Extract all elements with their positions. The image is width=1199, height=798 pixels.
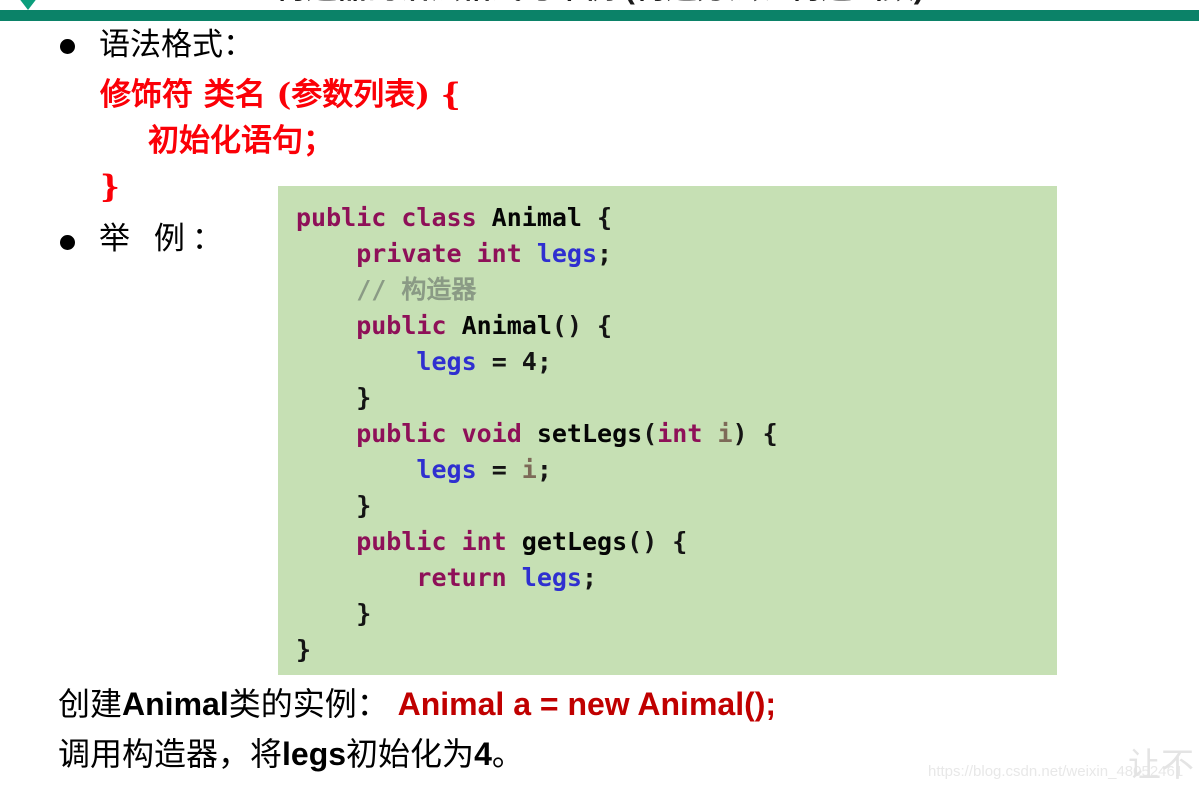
- code-token: {: [597, 203, 613, 232]
- description-segment: 创建: [58, 685, 123, 723]
- code-token: ;: [582, 563, 598, 592]
- description-segment: Animal: [122, 686, 229, 722]
- code-token: ) {: [732, 419, 778, 448]
- code-token: setLegs: [536, 419, 643, 448]
- description-segment: 4: [474, 736, 492, 772]
- description-segment: 调用构造器，将: [58, 735, 283, 773]
- syntax-template-line-2: 初始化语句；: [148, 123, 334, 159]
- slide-header-band: 构造器的语法格式与举例 (构造方法、构造函数): [0, 0, 1199, 24]
- code-token: legs: [416, 347, 477, 376]
- syntax-template-line-1: 修饰符 类名 (参数列表) {: [100, 77, 461, 113]
- code-token: = 4;: [476, 347, 552, 376]
- code-token: public int: [296, 527, 522, 556]
- code-token: ;: [597, 239, 613, 268]
- code-token: () {: [627, 527, 688, 556]
- code-token: }: [296, 491, 372, 520]
- bullet-label-example: 举 例：: [99, 221, 230, 257]
- code-token: private int: [296, 239, 537, 268]
- code-token: () {: [551, 311, 613, 340]
- code-token: legs: [416, 455, 477, 484]
- bullet-dot-icon: [60, 39, 75, 54]
- code-token: public void: [296, 419, 537, 448]
- code-token: legs: [521, 563, 582, 592]
- bullet-dot-icon: [60, 235, 75, 250]
- code-token: public class: [296, 203, 492, 232]
- description-segment: 。: [491, 735, 524, 773]
- chevron-down-icon: [20, 0, 36, 10]
- code-token: // 构造器: [296, 275, 477, 304]
- code-token: return: [296, 563, 522, 592]
- description-segment: Animal a = new Animal();: [388, 686, 777, 722]
- code-token: =: [476, 455, 522, 484]
- code-token: (: [642, 419, 658, 448]
- code-token: legs: [536, 239, 598, 268]
- syntax-template-line-3: }: [100, 169, 120, 205]
- code-token: Animal: [461, 311, 552, 340]
- header-divider-rule: [0, 10, 1199, 21]
- bullet-item-syntax: 语法格式：: [60, 30, 254, 61]
- code-token: public: [296, 311, 462, 340]
- code-token: ;: [536, 455, 552, 484]
- description-segment: 初始化为: [346, 735, 475, 773]
- code-token: }: [296, 383, 372, 412]
- code-token: Animal: [491, 203, 598, 232]
- bullet-item-example: 举 例：: [60, 224, 230, 255]
- code-token: i: [717, 419, 733, 448]
- code-token: i: [521, 455, 537, 484]
- code-token: }: [296, 635, 312, 664]
- watermark-logo: 让不: [1128, 745, 1194, 784]
- description-segment: 类的实例：: [228, 685, 389, 723]
- slide-title: 构造器的语法格式与举例 (构造方法、构造函数): [0, 0, 1199, 10]
- bullet-label-syntax: 语法格式：: [99, 27, 254, 63]
- description-line-2: 调用构造器，将legs初始化为4。: [58, 738, 524, 770]
- code-sample-text: public class Animal { private int legs; …: [296, 200, 1057, 668]
- code-sample-block: public class Animal { private int legs; …: [278, 186, 1057, 675]
- code-token: getLegs: [521, 527, 628, 556]
- description-line-1: 创建Animal类的实例： Animal a = new Animal();: [58, 688, 776, 720]
- description-segment: legs: [282, 736, 347, 772]
- code-token: }: [296, 599, 372, 628]
- code-token: int: [657, 419, 718, 448]
